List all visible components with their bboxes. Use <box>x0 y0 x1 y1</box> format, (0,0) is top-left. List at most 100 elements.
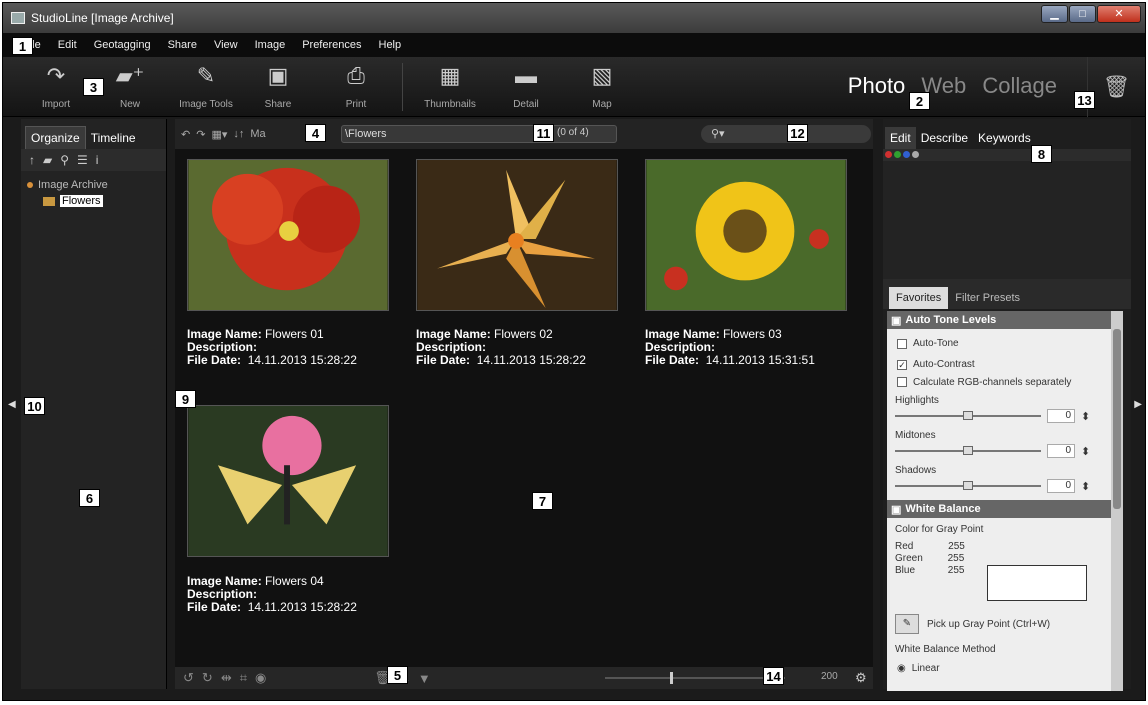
gray-point-section: Color for Gray Point Red 255 Green 255 B… <box>887 518 1111 610</box>
auto-tone-option[interactable]: Auto-Tone <box>887 333 1111 354</box>
info-icon[interactable]: i <box>96 153 99 167</box>
rotate-left-icon[interactable]: ↺ <box>183 670 194 686</box>
tab-describe[interactable]: Describe <box>916 127 973 149</box>
menu-share[interactable]: Share <box>168 39 197 51</box>
rgb-separate-checkbox[interactable] <box>897 377 907 387</box>
view-grid-icon[interactable]: ▦▾ <box>211 128 227 141</box>
mode-photo[interactable]: Photo <box>848 73 906 98</box>
tree-icon[interactable]: ☰ <box>77 153 88 167</box>
filter-icon[interactable]: ▼ <box>418 671 431 686</box>
import-button[interactable]: ↷ Import <box>33 61 79 110</box>
tree-root[interactable]: Image Archive <box>27 177 160 193</box>
detail-button[interactable]: ▬ Detail <box>503 61 549 110</box>
menu-help[interactable]: Help <box>379 39 402 51</box>
auto-contrast-option[interactable]: ✓ Auto-Contrast <box>887 354 1111 375</box>
edit-history-area <box>883 161 1131 279</box>
highlights-value[interactable]: 0 <box>1047 409 1075 423</box>
highlights-slider-knob[interactable] <box>963 411 973 420</box>
radio-icon[interactable]: ◉ <box>897 663 906 674</box>
shadows-label: Shadows <box>895 465 937 476</box>
minimize-button[interactable]: ▁ <box>1041 5 1068 23</box>
map-icon: ▧ <box>591 63 613 88</box>
callout-9: 9 <box>175 390 196 408</box>
tab-edit[interactable]: Edit <box>885 127 916 149</box>
crop-icon[interactable]: ⌗ <box>240 670 247 686</box>
image-name: Flowers 03 <box>723 327 782 341</box>
search-input[interactable]: ⚲▾ <box>701 125 871 143</box>
up-icon[interactable]: ↑ <box>29 153 35 167</box>
forward-icon[interactable]: ↷ <box>196 128 205 141</box>
callout-14: 14 <box>763 667 784 685</box>
flip-icon[interactable]: ⇹ <box>221 670 232 686</box>
stepper-icon[interactable]: ⬍ <box>1081 445 1090 458</box>
midtones-slider[interactable] <box>895 446 1041 455</box>
main-toolbar: ↷ Import ▰⁺ New ✎ Image Tools ▣ Share ⎙ Print… <box>3 57 1145 117</box>
tab-keywords[interactable]: Keywords <box>973 127 1036 149</box>
auto-tone-header[interactable]: ▣ Auto Tone Levels <box>887 311 1111 329</box>
tab-timeline[interactable]: Timeline <box>86 127 141 149</box>
stepper-icon[interactable]: ⬍ <box>1081 410 1090 423</box>
linear-option[interactable]: ◉ Linear <box>887 661 1111 675</box>
zoom-slider[interactable] <box>605 677 785 679</box>
menu-view[interactable]: View <box>214 39 238 51</box>
map-button[interactable]: ▧ Map <box>579 61 625 110</box>
thumbnail-flowers-02[interactable] <box>416 159 618 311</box>
zoom-slider-knob[interactable] <box>670 672 673 684</box>
selection-count[interactable]: (0 of 4) <box>557 127 589 138</box>
shadows-value[interactable]: 0 <box>1047 479 1075 493</box>
image-name: Flowers 01 <box>265 327 324 341</box>
rgb-separate-option[interactable]: Calculate RGB-channels separately <box>887 375 1111 389</box>
thumbnail-flowers-01[interactable] <box>187 159 389 311</box>
sort-label[interactable]: Ma <box>250 128 265 140</box>
image-name: Flowers 04 <box>265 574 324 588</box>
shadows-slider-knob[interactable] <box>963 481 973 490</box>
callout-3: 3 <box>83 78 104 96</box>
menu-image[interactable]: Image <box>255 39 286 51</box>
pipette-icon[interactable]: ✎ <box>895 614 919 634</box>
menu-edit[interactable]: Edit <box>58 39 77 51</box>
auto-tone-checkbox[interactable] <box>897 338 907 349</box>
title-bar: StudioLine [Image Archive] ▁ □ ✕ <box>3 3 1145 33</box>
close-button[interactable]: ✕ <box>1097 5 1141 23</box>
mode-collage[interactable]: Collage <box>982 73 1057 98</box>
midtones-slider-knob[interactable] <box>963 446 973 455</box>
thumbnail-flowers-03[interactable] <box>645 159 847 311</box>
shadows-slider[interactable] <box>895 481 1041 490</box>
tab-filter-presets[interactable]: Filter Presets <box>948 287 1027 309</box>
eye-icon[interactable]: ◉ <box>255 670 266 686</box>
rotate-right-icon[interactable]: ↻ <box>202 670 213 686</box>
image-tools-button[interactable]: ✎ Image Tools <box>171 61 241 110</box>
thumbnails-button[interactable]: ▦ Thumbnails <box>417 61 483 110</box>
menu-preferences[interactable]: Preferences <box>302 39 361 51</box>
midtones-label: Midtones <box>895 430 936 441</box>
trash-button[interactable]: 🗑 <box>1087 57 1145 117</box>
trash-icon: 🗑 <box>1102 74 1131 99</box>
auto-contrast-checkbox[interactable]: ✓ <box>897 359 907 370</box>
menu-geotagging[interactable]: Geotagging <box>94 39 151 51</box>
scrollbar-thumb[interactable] <box>1113 329 1121 509</box>
callout-13: 13 <box>1074 91 1095 109</box>
settings-gear-icon[interactable]: ⚙ <box>855 670 867 686</box>
new-folder-icon[interactable]: ▰ <box>43 153 52 167</box>
share-button[interactable]: ▣ Share <box>255 61 301 110</box>
filter-scrollbar[interactable] <box>1111 311 1123 691</box>
callout-2: 2 <box>909 92 930 110</box>
stepper-icon[interactable]: ⬍ <box>1081 480 1090 493</box>
tab-organize[interactable]: Organize <box>25 126 86 149</box>
print-button[interactable]: ⎙ Print <box>333 61 379 110</box>
tab-favorites[interactable]: Favorites <box>889 287 949 309</box>
highlights-slider[interactable] <box>895 411 1041 420</box>
maximize-button[interactable]: □ <box>1069 5 1096 23</box>
midtones-value[interactable]: 0 <box>1047 444 1075 458</box>
highlights-label: Highlights <box>895 395 939 406</box>
callout-6: 6 <box>79 489 100 507</box>
white-balance-header[interactable]: ▣ White Balance <box>887 500 1111 518</box>
thumbnail-flowers-04[interactable] <box>187 405 389 557</box>
right-panel-handle[interactable]: ▶ <box>1129 119 1145 689</box>
tree-folder-flowers[interactable]: Flowers <box>27 193 160 209</box>
new-button[interactable]: ▰⁺ New <box>107 61 153 110</box>
search-icon[interactable]: ⚲ <box>60 153 69 167</box>
sort-icon[interactable]: ↓↑ <box>233 128 244 140</box>
left-panel-handle[interactable]: ◀ <box>3 119 21 689</box>
back-icon[interactable]: ↶ <box>181 128 190 141</box>
